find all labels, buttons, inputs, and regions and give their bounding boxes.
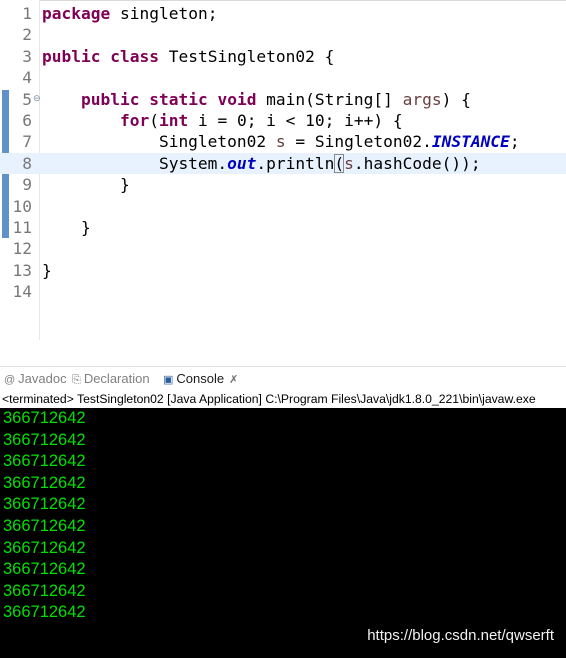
code-token: main(String[]	[256, 89, 403, 109]
code-token: Singleton02	[42, 132, 276, 152]
code-token: }	[42, 260, 52, 280]
code-text: public class TestSingleton02 {	[42, 46, 334, 67]
keyword-token: public	[80, 89, 140, 109]
console-output-line: 366712642	[3, 495, 86, 514]
console-icon: ▣	[163, 374, 174, 386]
code-line[interactable]: 10	[0, 196, 566, 217]
code-token: TestSingleton02 {	[158, 46, 335, 66]
code-text: }	[42, 174, 130, 195]
console-output-line: 366712642	[3, 409, 86, 427]
code-token: }	[42, 218, 91, 237]
code-line[interactable]: 11 }	[0, 217, 566, 238]
fold-toggle-icon[interactable]: ⊖	[33, 89, 41, 110]
keyword-token: for	[119, 111, 150, 130]
keyword-token: void	[217, 89, 257, 109]
at-icon: @	[4, 374, 16, 386]
console-output[interactable]: https://blog.csdn.net/qwserft 366712642 3…	[0, 408, 566, 658]
code-line[interactable]: 1 package singleton;	[0, 3, 566, 24]
keyword-token: public	[42, 46, 101, 66]
code-token: ) {	[441, 89, 471, 109]
watermark: https://blog.csdn.net/qwserft	[367, 627, 554, 644]
tab-label: Console	[176, 371, 225, 386]
code-token: i = 0; i < 10; i++) {	[188, 111, 403, 130]
matching-bracket: (	[334, 153, 345, 173]
line-number: 3	[22, 46, 32, 66]
tab-javadoc[interactable]: @ Javadoc	[4, 370, 67, 388]
line-number: 4	[22, 68, 32, 88]
code-line[interactable]: 5 ⊖ public static void main(String[] args…	[0, 89, 566, 110]
code-text: }	[42, 260, 52, 281]
code-token: = Singleton02.	[285, 132, 432, 152]
line-number: 11	[12, 218, 33, 237]
line-number: 6	[22, 111, 32, 130]
tab-declaration[interactable]: ⎘ Declaration	[72, 370, 150, 388]
code-line[interactable]: 6 for(int i = 0; i < 10; i++) {	[0, 110, 566, 131]
line-number: 5	[22, 89, 32, 109]
variable-token: args	[402, 89, 442, 109]
code-line[interactable]: 9 }	[0, 174, 566, 195]
console-output-line: 366712642	[3, 560, 86, 579]
views-tab-bar: @ Javadoc ⎘ Declaration ▣ Console ✗	[0, 366, 566, 391]
variable-token: s	[344, 153, 354, 173]
code-token: .println	[256, 153, 335, 173]
code-line[interactable]: 14	[0, 281, 566, 302]
editor-top-border	[0, 0, 566, 1]
code-token: System.	[42, 153, 228, 173]
code-line[interactable]: 3 public class TestSingleton02 {	[0, 46, 566, 67]
code-token: singleton;	[110, 4, 218, 23]
tab-console[interactable]: ▣ Console ✗	[163, 370, 238, 388]
keyword-token: class	[110, 46, 159, 66]
close-icon[interactable]: ✗	[229, 374, 238, 386]
code-text: Singleton02 s = Singleton02.INSTANCE;	[42, 131, 520, 152]
static-field-token: INSTANCE	[431, 132, 510, 152]
tab-label: Javadoc	[18, 371, 67, 386]
code-editor[interactable]: 1 package singleton; 2 3 public class TestSi…	[0, 0, 566, 340]
code-token: }	[42, 175, 130, 195]
line-number: 1	[22, 4, 32, 23]
code-line[interactable]: 7 Singleton02 s = Singleton02.INSTANCE;	[0, 131, 566, 152]
code-token: (	[149, 111, 159, 130]
line-number: 13	[12, 260, 33, 280]
line-number: 7	[22, 132, 32, 152]
code-text: public static void main(String[] args) {	[42, 89, 471, 110]
declaration-icon: ⎘	[72, 374, 81, 386]
code-text: for(int i = 0; i < 10; i++) {	[42, 110, 403, 131]
code-line[interactable]: 2	[0, 24, 566, 45]
code-line[interactable]: 13}	[0, 260, 566, 281]
tab-label: Declaration	[83, 371, 150, 386]
keyword-token: int	[158, 111, 189, 130]
code-line[interactable]: 4	[0, 67, 566, 88]
line-number: 14	[12, 282, 33, 302]
code-line[interactable]: 8 System.out.println(s.hashCode());	[0, 152, 566, 175]
console-output-line: 366712642	[3, 473, 86, 492]
code-token: .hashCode());	[353, 153, 481, 173]
line-number: 12	[12, 239, 33, 259]
static-field-token: out	[227, 153, 257, 173]
line-number: 9	[22, 175, 32, 195]
line-number: 2	[22, 25, 32, 45]
console-output-line: 366712642	[3, 581, 86, 600]
console-output-line: 366712642	[3, 538, 86, 557]
console-output-line: 366712642	[3, 452, 86, 471]
line-number: 8	[22, 153, 32, 173]
variable-token: s	[275, 132, 286, 152]
code-text: package singleton;	[42, 3, 217, 24]
line-number: 10	[12, 196, 33, 216]
code-token: ;	[509, 132, 520, 152]
console-output-line: 366712642	[3, 430, 86, 449]
console-output-line: 366712642	[3, 517, 86, 535]
keyword-token: package	[42, 4, 111, 23]
code-line[interactable]: 12	[0, 238, 566, 259]
code-text: }	[42, 217, 91, 238]
code-text: System.out.println(s.hashCode());	[42, 153, 481, 174]
keyword-token: static	[149, 89, 208, 109]
console-output-line: 366712642	[3, 603, 86, 622]
console-status-line: <terminated> TestSingleton02 [Java Appli…	[0, 390, 566, 408]
